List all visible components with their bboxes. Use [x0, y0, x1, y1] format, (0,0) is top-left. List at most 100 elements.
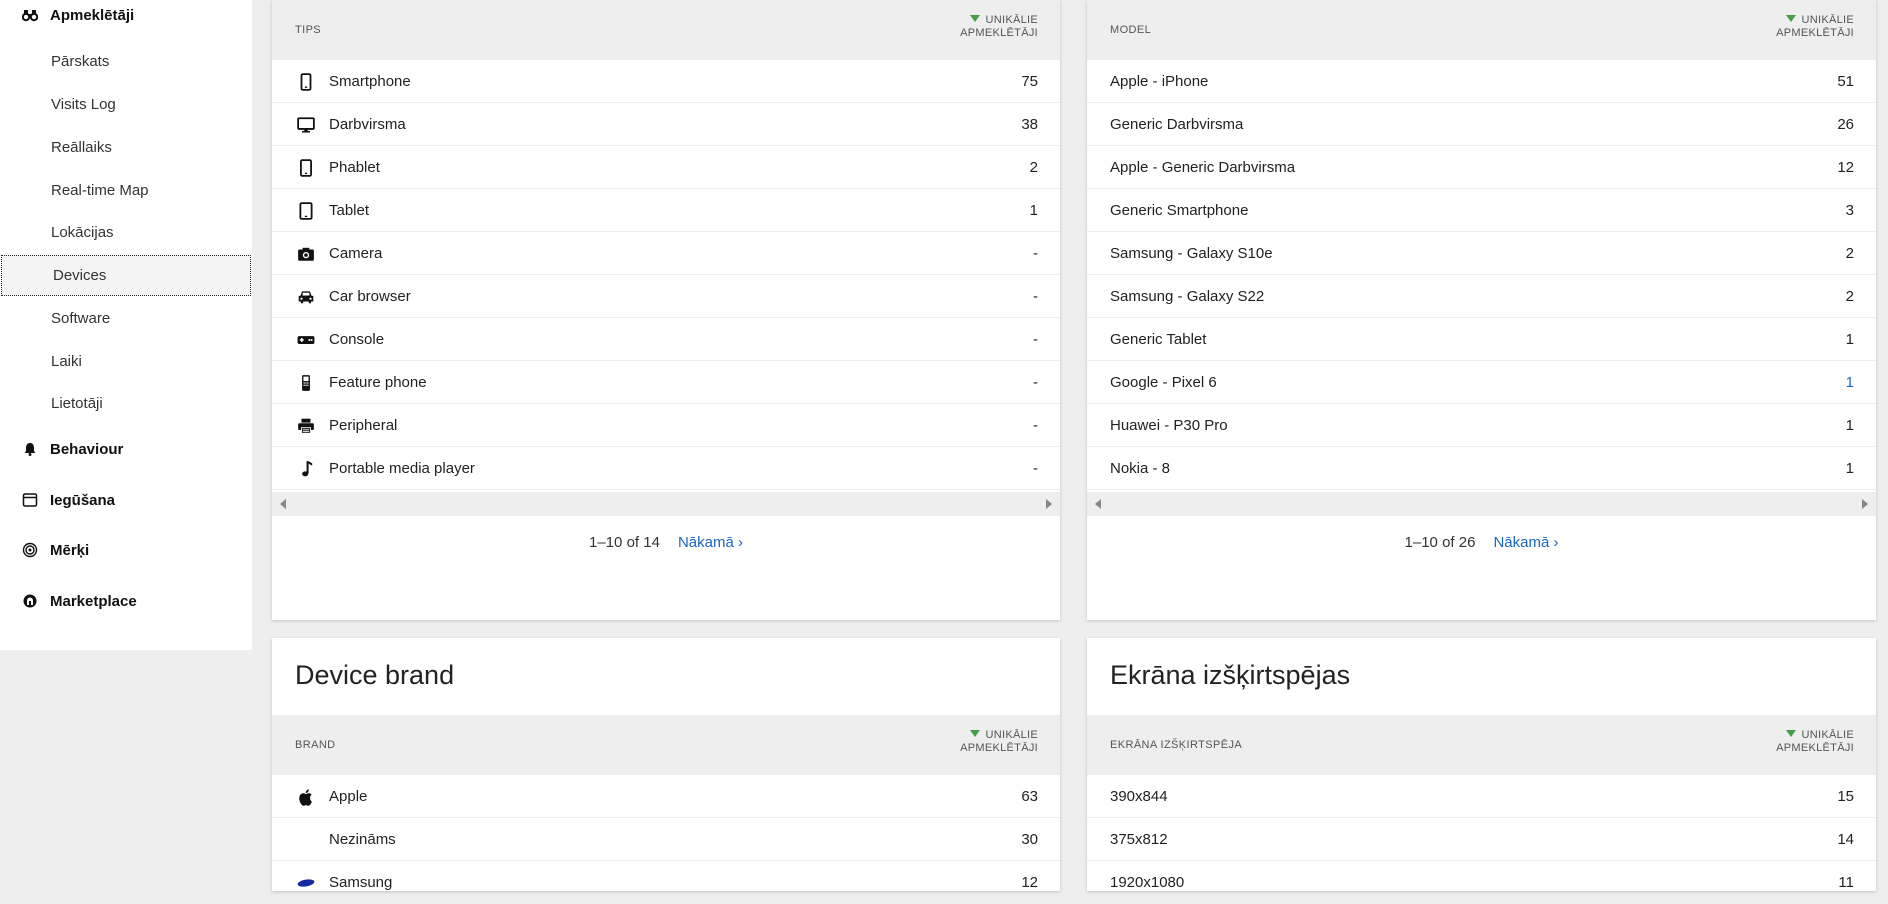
- sidebar-item-devices[interactable]: Devices: [1, 255, 251, 296]
- card-title: Device brand: [295, 660, 455, 690]
- row-label: Tablet: [329, 202, 370, 219]
- device-brand-card: Device brand BRAND UNIKĀLIE APMEKLĒTĀJI …: [272, 638, 1060, 904]
- samsung-logo-icon: [295, 872, 317, 894]
- apple-logo-icon: [295, 786, 317, 808]
- row-value: 1: [1845, 417, 1854, 434]
- table-row[interactable]: Google - Pixel 6 1: [1087, 361, 1876, 404]
- row-value: -: [1033, 288, 1038, 305]
- sidebar-category-label: Marketplace: [50, 592, 137, 610]
- sidebar-category-visitors[interactable]: Apmeklētāji: [20, 3, 134, 27]
- table-row[interactable]: Smartphone 75: [272, 60, 1060, 103]
- sort-desc-icon: [970, 15, 981, 22]
- row-label: Samsung: [329, 874, 393, 891]
- row-value: -: [1033, 331, 1038, 348]
- row-label: Car browser: [329, 288, 411, 305]
- column-header-unique-visitors[interactable]: UNIKĀLIE APMEKLĒTĀJI: [938, 14, 1038, 40]
- column-header-resolution[interactable]: EKRĀNA IZŠĶIRTSPĒJA: [1110, 715, 1242, 775]
- table-row[interactable]: Generic Smartphone 3: [1087, 189, 1876, 232]
- column-header-model[interactable]: MODEL: [1110, 0, 1151, 60]
- metric-label-line2: APMEKLĒTĀJI: [1776, 742, 1854, 754]
- printer-icon: [295, 415, 317, 437]
- sidebar-category-acquisition[interactable]: Iegūšana: [20, 488, 115, 512]
- row-label: Generic Smartphone: [1110, 202, 1249, 219]
- horizontal-scrollbar[interactable]: [1087, 492, 1876, 516]
- sidebar-item-times[interactable]: Laiki: [0, 341, 252, 382]
- scroll-right-icon[interactable]: [1046, 499, 1052, 509]
- table-row[interactable]: Samsung - Galaxy S22 2: [1087, 275, 1876, 318]
- column-header-unique-visitors[interactable]: UNIKĀLIE APMEKLĒTĀJI: [938, 729, 1038, 755]
- table-row[interactable]: Apple - iPhone 51: [1087, 60, 1876, 103]
- sidebar-item-overview[interactable]: Pārskats: [0, 41, 252, 82]
- table-row[interactable]: Huawei - P30 Pro 1: [1087, 404, 1876, 447]
- sidebar-item-realtime-map[interactable]: Real-time Map: [0, 170, 252, 211]
- pagination-range: 1–10 of 26: [1404, 533, 1476, 551]
- table-row[interactable]: 375x812 14: [1087, 818, 1876, 861]
- row-value: 1: [1845, 460, 1854, 477]
- row-value: 1: [1029, 202, 1038, 219]
- column-header-unique-visitors[interactable]: UNIKĀLIE APMEKLĒTĀJI: [1754, 729, 1854, 755]
- row-value: 3: [1845, 202, 1854, 219]
- row-value: 15: [1837, 788, 1854, 805]
- table-row[interactable]: Car browser -: [272, 275, 1060, 318]
- row-value: 51: [1837, 73, 1854, 90]
- binoculars-icon: [20, 5, 40, 25]
- column-header-type[interactable]: TIPS: [295, 0, 321, 60]
- table-row[interactable]: Phablet 2: [272, 146, 1060, 189]
- row-label: Peripheral: [329, 417, 398, 434]
- column-header-brand[interactable]: BRAND: [295, 715, 336, 775]
- scroll-left-icon[interactable]: [280, 499, 286, 509]
- sidebar-category-behaviour[interactable]: Behaviour: [20, 437, 123, 461]
- table-row[interactable]: Samsung 12: [272, 861, 1060, 904]
- camera-icon: [295, 243, 317, 265]
- table-row[interactable]: Peripheral -: [272, 404, 1060, 447]
- row-label: Portable media player: [329, 460, 475, 477]
- car-icon: [295, 286, 317, 308]
- metric-label-line1: UNIKĀLIE: [985, 14, 1038, 26]
- sidebar-category-goals[interactable]: Mērķi: [20, 538, 89, 562]
- row-value: -: [1033, 460, 1038, 477]
- row-label: 1920x1080: [1110, 874, 1185, 891]
- sidebar-item-software[interactable]: Software: [0, 298, 252, 339]
- scroll-right-icon[interactable]: [1862, 499, 1868, 509]
- sidebar-item-users[interactable]: Lietotāji: [0, 383, 252, 424]
- row-label: Feature phone: [329, 374, 427, 391]
- table-row[interactable]: Feature phone -: [272, 361, 1060, 404]
- browser-window-icon: [20, 490, 40, 510]
- unknown-brand-icon: [295, 829, 317, 851]
- column-header-unique-visitors[interactable]: UNIKĀLIE APMEKLĒTĀJI: [1754, 14, 1854, 40]
- table-row[interactable]: Darbvirsma 38: [272, 103, 1060, 146]
- row-label: Samsung - Galaxy S22: [1110, 288, 1265, 305]
- next-page-link[interactable]: Nākamā ›: [1493, 534, 1558, 551]
- table-row[interactable]: Apple 63: [272, 775, 1060, 818]
- row-label: Phablet: [329, 159, 380, 176]
- horizontal-scrollbar[interactable]: [272, 492, 1060, 516]
- table-row[interactable]: 1920x1080 11: [1087, 861, 1876, 904]
- table-row[interactable]: Apple - Generic Darbvirsma 12: [1087, 146, 1876, 189]
- row-label: Apple: [329, 788, 368, 805]
- table-row[interactable]: Portable media player -: [272, 447, 1060, 490]
- row-value: 63: [1021, 788, 1038, 805]
- row-value: 1: [1845, 374, 1854, 391]
- sidebar-item-realtime[interactable]: Reāllaiks: [0, 127, 252, 168]
- row-label: Nokia - 8: [1110, 460, 1171, 477]
- table-row[interactable]: Console -: [272, 318, 1060, 361]
- next-page-link[interactable]: Nākamā ›: [678, 534, 743, 551]
- sidebar-item-locations[interactable]: Lokācijas: [0, 212, 252, 253]
- sidebar-category-marketplace[interactable]: Marketplace: [20, 589, 137, 613]
- row-label: Nezināms: [329, 831, 396, 848]
- table-row[interactable]: Camera -: [272, 232, 1060, 275]
- sidebar-item-visits-log[interactable]: Visits Log: [0, 84, 252, 125]
- pagination: 1–10 of 26 Nākamā ›: [1087, 530, 1876, 554]
- table-row[interactable]: Generic Darbvirsma 26: [1087, 103, 1876, 146]
- table-row[interactable]: Tablet 1: [272, 189, 1060, 232]
- row-value: 12: [1837, 159, 1854, 176]
- table-row[interactable]: 390x844 15: [1087, 775, 1876, 818]
- scroll-left-icon[interactable]: [1095, 499, 1101, 509]
- row-label: 390x844: [1110, 788, 1168, 805]
- metric-label-line2: APMEKLĒTĀJI: [960, 742, 1038, 754]
- table-row[interactable]: Samsung - Galaxy S10e 2: [1087, 232, 1876, 275]
- sidebar-category-label: Mērķi: [50, 541, 90, 559]
- table-row[interactable]: Nokia - 8 1: [1087, 447, 1876, 490]
- table-row[interactable]: Generic Tablet 1: [1087, 318, 1876, 361]
- table-row[interactable]: Nezināms 30: [272, 818, 1060, 861]
